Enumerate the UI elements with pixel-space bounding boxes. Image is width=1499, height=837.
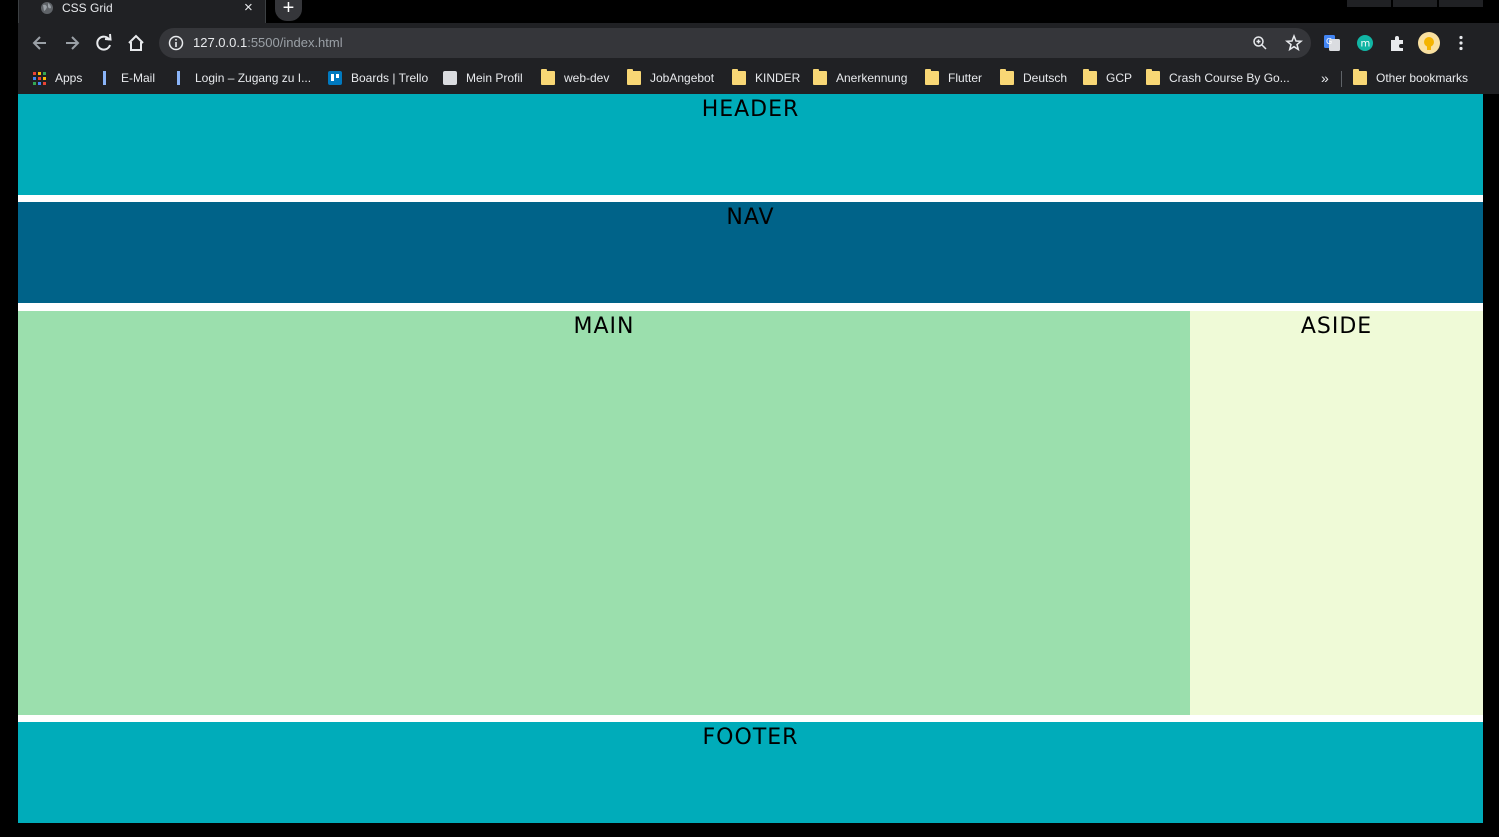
bookmark-label: Login – Zugang zu I... — [195, 71, 312, 85]
profile-favicon-icon — [443, 71, 457, 85]
bookmark-folder-gcp[interactable]: GCP — [1083, 67, 1132, 89]
tab-strip: CSS Grid × + — [0, 0, 1499, 23]
bookmark-folder-flutter[interactable]: Flutter — [925, 67, 982, 89]
folder-icon — [1083, 69, 1097, 85]
bookmark-folder-crash-course[interactable]: Crash Course By Go... — [1146, 67, 1290, 89]
bookmark-folder-jobangebot[interactable]: JobAngebot — [627, 67, 714, 89]
minimize-button[interactable] — [1347, 0, 1391, 7]
apps-grid-icon — [33, 71, 46, 85]
folder-icon — [627, 69, 641, 85]
bookmark-label: Crash Course By Go... — [1169, 71, 1290, 85]
home-icon[interactable] — [126, 33, 146, 53]
bookmark-label: E-Mail — [121, 71, 156, 85]
bookmark-label: Anerkennung — [836, 71, 908, 85]
bookmarks-overflow-button[interactable]: » — [1321, 67, 1329, 89]
bookmark-label: GCP — [1106, 71, 1133, 85]
bookmark-login[interactable]: Login – Zugang zu I... — [172, 67, 311, 89]
url-text[interactable]: 127.0.0.1:5500/index.html — [193, 35, 343, 51]
bookmark-label: Apps — [55, 71, 83, 85]
grid-footer: FOOTER — [18, 722, 1483, 823]
bookmark-label: JobAngebot — [650, 71, 715, 85]
url-path: :5500/index.html — [247, 35, 343, 50]
svg-text:m: m — [1361, 39, 1371, 50]
bookmark-label: web-dev — [564, 71, 610, 85]
google-translate-icon[interactable]: G — [1323, 34, 1341, 52]
bookmark-label: Mein Profil — [466, 71, 523, 85]
info-icon[interactable] — [168, 35, 184, 51]
browser-menu-icon[interactable] — [1452, 34, 1470, 52]
grid-main: MAIN — [18, 311, 1190, 715]
browser-toolbar: 127.0.0.1:5500/index.html G m — [18, 23, 1499, 63]
bookmark-folder-web-dev[interactable]: web-dev — [541, 67, 609, 89]
folder-icon — [732, 69, 746, 85]
bookmark-favicon-icon — [177, 71, 180, 85]
globe-icon — [41, 2, 53, 14]
bookmark-label: Flutter — [948, 71, 983, 85]
maximize-button[interactable] — [1393, 0, 1437, 7]
new-tab-button[interactable]: + — [275, 0, 302, 21]
folder-icon — [1000, 69, 1014, 85]
grid-nav: NAV — [18, 202, 1483, 303]
zoom-icon[interactable] — [1252, 35, 1268, 51]
bookmark-trello[interactable]: Boards | Trello — [328, 67, 428, 89]
folder-icon — [813, 69, 827, 85]
bookmark-folder-other[interactable]: Other bookmarks — [1353, 67, 1468, 89]
reload-icon[interactable] — [94, 33, 114, 53]
bookmarks-bar: Apps E-Mail Login – Zugang zu I... Board… — [18, 63, 1499, 94]
profile-avatar-icon[interactable] — [1418, 32, 1440, 54]
page-viewport: HEADER NAV MAIN ASIDE FOOTER — [18, 94, 1483, 823]
bookmark-folder-kinder[interactable]: KINDER — [732, 67, 800, 89]
window-close-button[interactable] — [1439, 0, 1483, 7]
bookmark-label: Boards | Trello — [351, 71, 429, 85]
forward-arrow-icon[interactable] — [62, 33, 82, 53]
folder-icon — [1353, 69, 1367, 85]
bookmark-label: KINDER — [755, 71, 801, 85]
close-tab-icon[interactable]: × — [244, 0, 253, 16]
address-bar[interactable]: 127.0.0.1:5500/index.html — [159, 28, 1311, 58]
bookmark-star-icon[interactable] — [1285, 34, 1303, 52]
folder-icon — [541, 69, 555, 85]
bookmark-mein-profil[interactable]: Mein Profil — [443, 67, 523, 89]
bookmark-folder-deutsch[interactable]: Deutsch — [1000, 67, 1067, 89]
bookmark-favicon-icon — [103, 71, 106, 85]
browser-tab[interactable]: CSS Grid × — [18, 0, 266, 23]
folder-icon — [925, 69, 939, 85]
bookmark-label: Deutsch — [1023, 71, 1068, 85]
trello-icon — [328, 71, 342, 85]
tab-title: CSS Grid — [62, 1, 113, 15]
back-arrow-icon[interactable] — [30, 33, 50, 53]
bookmark-email[interactable]: E-Mail — [98, 67, 155, 89]
bookmark-folder-anerkennung[interactable]: Anerkennung — [813, 67, 907, 89]
grid-header: HEADER — [18, 94, 1483, 195]
bookmark-label: Other bookmarks — [1376, 71, 1469, 85]
grid-aside: ASIDE — [1190, 311, 1483, 715]
url-host: 127.0.0.1 — [193, 35, 248, 50]
m-extension-icon[interactable]: m — [1356, 34, 1374, 52]
folder-icon — [1146, 69, 1160, 85]
bookmark-apps[interactable]: Apps — [33, 67, 82, 89]
bookmarks-divider — [1341, 71, 1342, 87]
svg-text:G: G — [1326, 37, 1332, 46]
puzzle-extensions-icon[interactable] — [1388, 34, 1406, 52]
